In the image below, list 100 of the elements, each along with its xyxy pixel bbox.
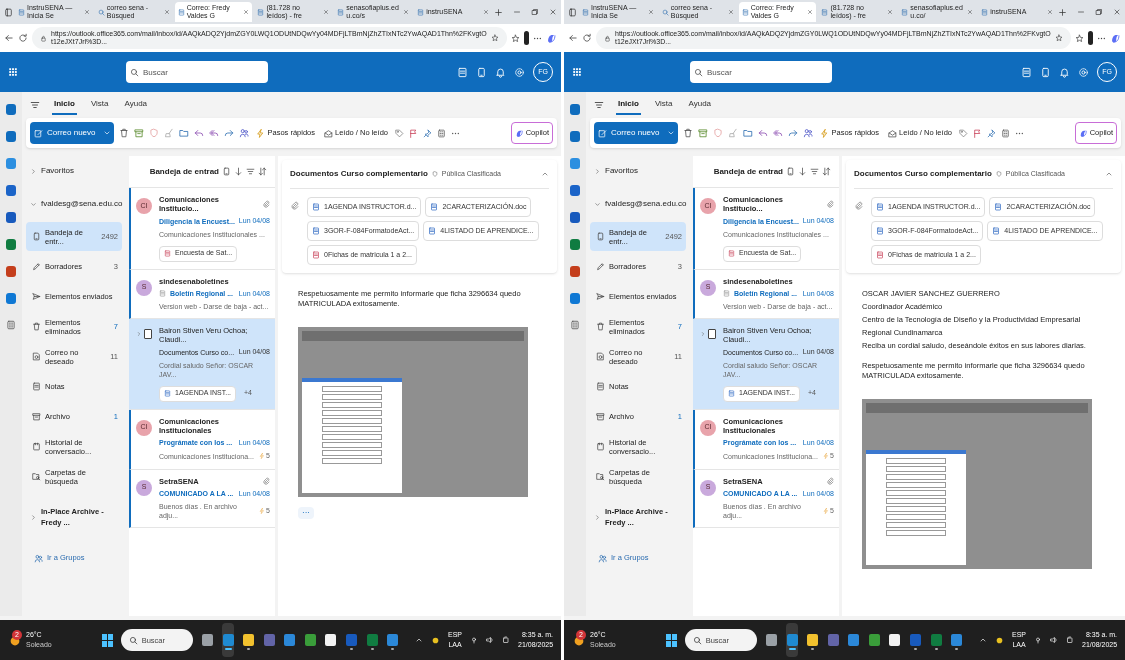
new-mail-button[interactable]: Correo nuevo bbox=[30, 122, 115, 144]
settings-icon[interactable] bbox=[1078, 66, 1089, 78]
archive-icon[interactable] bbox=[698, 128, 709, 138]
new-tab-icon[interactable] bbox=[493, 7, 503, 17]
forward-icon[interactable] bbox=[224, 128, 235, 138]
sort-icon[interactable] bbox=[258, 167, 267, 176]
tablet-icon[interactable] bbox=[476, 66, 487, 78]
collapse-icon[interactable] bbox=[1105, 170, 1113, 178]
people-icon[interactable] bbox=[803, 128, 814, 138]
back-icon[interactable] bbox=[568, 33, 578, 43]
copilot-icon[interactable] bbox=[546, 32, 557, 44]
hidden-icons-caret-icon[interactable] bbox=[415, 636, 423, 644]
close-icon[interactable] bbox=[1046, 9, 1053, 15]
move-folder-icon[interactable] bbox=[743, 128, 754, 138]
favorite-star-icon[interactable] bbox=[491, 34, 499, 42]
app-launcher-icon[interactable] bbox=[572, 67, 582, 77]
select-icon[interactable] bbox=[222, 167, 231, 176]
close-icon[interactable] bbox=[647, 9, 654, 15]
collapse-icon[interactable] bbox=[541, 170, 549, 178]
new-tab-icon[interactable] bbox=[1057, 7, 1067, 17]
taskbar-app[interactable] bbox=[221, 623, 235, 657]
back-icon[interactable] bbox=[4, 33, 14, 43]
reply-all-icon[interactable] bbox=[773, 128, 784, 138]
notifications-icon[interactable] bbox=[1059, 66, 1070, 78]
ribbon-tab[interactable]: Ayuda bbox=[686, 95, 714, 115]
folder-group-header[interactable]: Favoritos bbox=[26, 156, 122, 186]
close-icon[interactable] bbox=[548, 8, 557, 16]
app-tile-icon[interactable] bbox=[570, 239, 580, 250]
app-tile-icon[interactable] bbox=[6, 131, 16, 142]
close-icon[interactable] bbox=[727, 9, 734, 15]
tablet-icon[interactable] bbox=[1040, 66, 1051, 78]
close-icon[interactable] bbox=[482, 9, 489, 15]
app-tile-icon[interactable] bbox=[570, 185, 580, 196]
app-tile-icon[interactable] bbox=[570, 266, 580, 277]
folder-group-header[interactable]: Favoritos bbox=[590, 156, 686, 186]
refresh-icon[interactable] bbox=[18, 33, 28, 43]
sort-icon[interactable] bbox=[822, 167, 831, 176]
reply-icon[interactable] bbox=[194, 128, 205, 138]
flag-icon[interactable] bbox=[409, 128, 418, 138]
people-icon[interactable] bbox=[239, 128, 250, 138]
app-tile-icon[interactable] bbox=[6, 266, 16, 277]
checkbox[interactable] bbox=[144, 329, 152, 339]
location-icon[interactable] bbox=[470, 636, 479, 644]
app-tile-icon[interactable] bbox=[570, 293, 580, 304]
forward-icon[interactable] bbox=[788, 128, 799, 138]
tab-actions-icon[interactable] bbox=[4, 7, 13, 17]
tag-icon[interactable] bbox=[395, 128, 404, 138]
start-icon[interactable] bbox=[666, 633, 677, 647]
copilot-icon[interactable] bbox=[1110, 32, 1121, 44]
speaker-icon[interactable] bbox=[486, 636, 495, 644]
close-icon[interactable] bbox=[887, 9, 894, 15]
close-icon[interactable] bbox=[83, 9, 90, 15]
refresh-icon[interactable] bbox=[582, 33, 592, 43]
location-icon[interactable] bbox=[1034, 636, 1043, 644]
more-apps-icon[interactable] bbox=[570, 320, 580, 330]
extension-icon[interactable] bbox=[1088, 31, 1093, 45]
tray-icon[interactable] bbox=[431, 635, 440, 645]
restore-icon[interactable] bbox=[530, 8, 539, 16]
restore-icon[interactable] bbox=[1094, 8, 1103, 16]
ribbon-tab[interactable]: Vista bbox=[88, 95, 111, 115]
grid-icon[interactable] bbox=[437, 128, 446, 138]
close-icon[interactable] bbox=[1112, 8, 1121, 16]
hidden-icons-caret-icon[interactable] bbox=[979, 636, 987, 644]
app-tile-icon[interactable] bbox=[6, 212, 16, 223]
menu-icon[interactable] bbox=[30, 100, 40, 110]
app-tile-icon[interactable] bbox=[6, 104, 16, 115]
taskbar-app[interactable] bbox=[785, 623, 799, 657]
reply-all-icon[interactable] bbox=[209, 128, 220, 138]
select-icon[interactable] bbox=[786, 167, 795, 176]
app-tile-icon[interactable] bbox=[6, 185, 16, 196]
filter-icon[interactable] bbox=[246, 167, 255, 176]
ribbon-tab[interactable]: Inicio bbox=[616, 95, 641, 115]
move-folder-icon[interactable] bbox=[179, 128, 190, 138]
close-icon[interactable] bbox=[323, 9, 330, 15]
pin-icon[interactable] bbox=[423, 128, 432, 138]
close-icon[interactable] bbox=[163, 9, 170, 15]
favorite-star-icon[interactable] bbox=[1055, 34, 1063, 42]
app-tile-icon[interactable] bbox=[570, 104, 580, 115]
delete-icon[interactable] bbox=[683, 128, 694, 138]
close-icon[interactable] bbox=[807, 9, 814, 15]
arrow-down-icon[interactable] bbox=[798, 167, 807, 176]
start-icon[interactable] bbox=[102, 633, 113, 647]
arrow-down-icon[interactable] bbox=[234, 167, 243, 176]
tray-icon[interactable] bbox=[995, 635, 1004, 645]
ribbon-tab[interactable]: Vista bbox=[652, 95, 675, 115]
close-icon[interactable] bbox=[967, 9, 974, 15]
favorites-icon[interactable] bbox=[511, 33, 520, 43]
account-header[interactable]: fvaldesg@sena.edu.co bbox=[590, 187, 686, 221]
app-tile-icon[interactable] bbox=[570, 158, 580, 169]
flag-icon[interactable] bbox=[973, 128, 982, 138]
favorites-icon[interactable] bbox=[1075, 33, 1084, 43]
show-more-button[interactable]: ··· bbox=[298, 507, 314, 519]
app-tile-icon[interactable] bbox=[570, 131, 580, 142]
tag-icon[interactable] bbox=[959, 128, 968, 138]
archive-icon[interactable] bbox=[134, 128, 145, 138]
app-tile-icon[interactable] bbox=[6, 239, 16, 250]
account-header[interactable]: fvaldesg@sena.edu.co bbox=[26, 187, 122, 221]
delete-icon[interactable] bbox=[119, 128, 130, 138]
speaker-icon[interactable] bbox=[1050, 636, 1059, 644]
checkbox[interactable] bbox=[708, 329, 716, 339]
